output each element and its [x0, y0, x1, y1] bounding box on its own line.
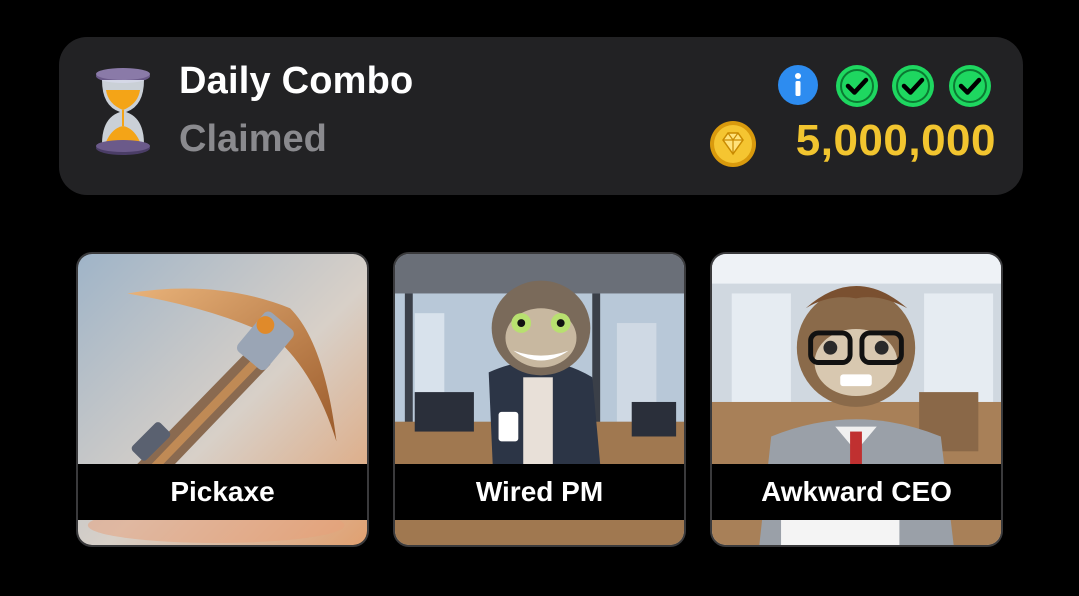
- claimed-status: Claimed: [179, 118, 327, 160]
- combo-card-pickaxe[interactable]: Pickaxe: [76, 252, 369, 547]
- card-label: Pickaxe: [78, 464, 367, 520]
- card-label: Wired PM: [395, 464, 684, 520]
- card-label: Awkward CEO: [712, 464, 1001, 520]
- combo-card-wired-pm[interactable]: Wired PM: [393, 252, 686, 547]
- reward-amount: 5,000,000: [795, 116, 996, 165]
- info-icon[interactable]: [777, 64, 819, 106]
- coin-icon: [710, 121, 756, 167]
- check-circle-icon: [836, 65, 878, 107]
- check-circle-icon: [892, 65, 934, 107]
- daily-combo-title: Daily Combo: [179, 60, 414, 102]
- combo-card-awkward-ceo[interactable]: Awkward CEO: [710, 252, 1003, 547]
- hourglass-icon: [96, 68, 150, 155]
- check-circle-icon: [949, 65, 991, 107]
